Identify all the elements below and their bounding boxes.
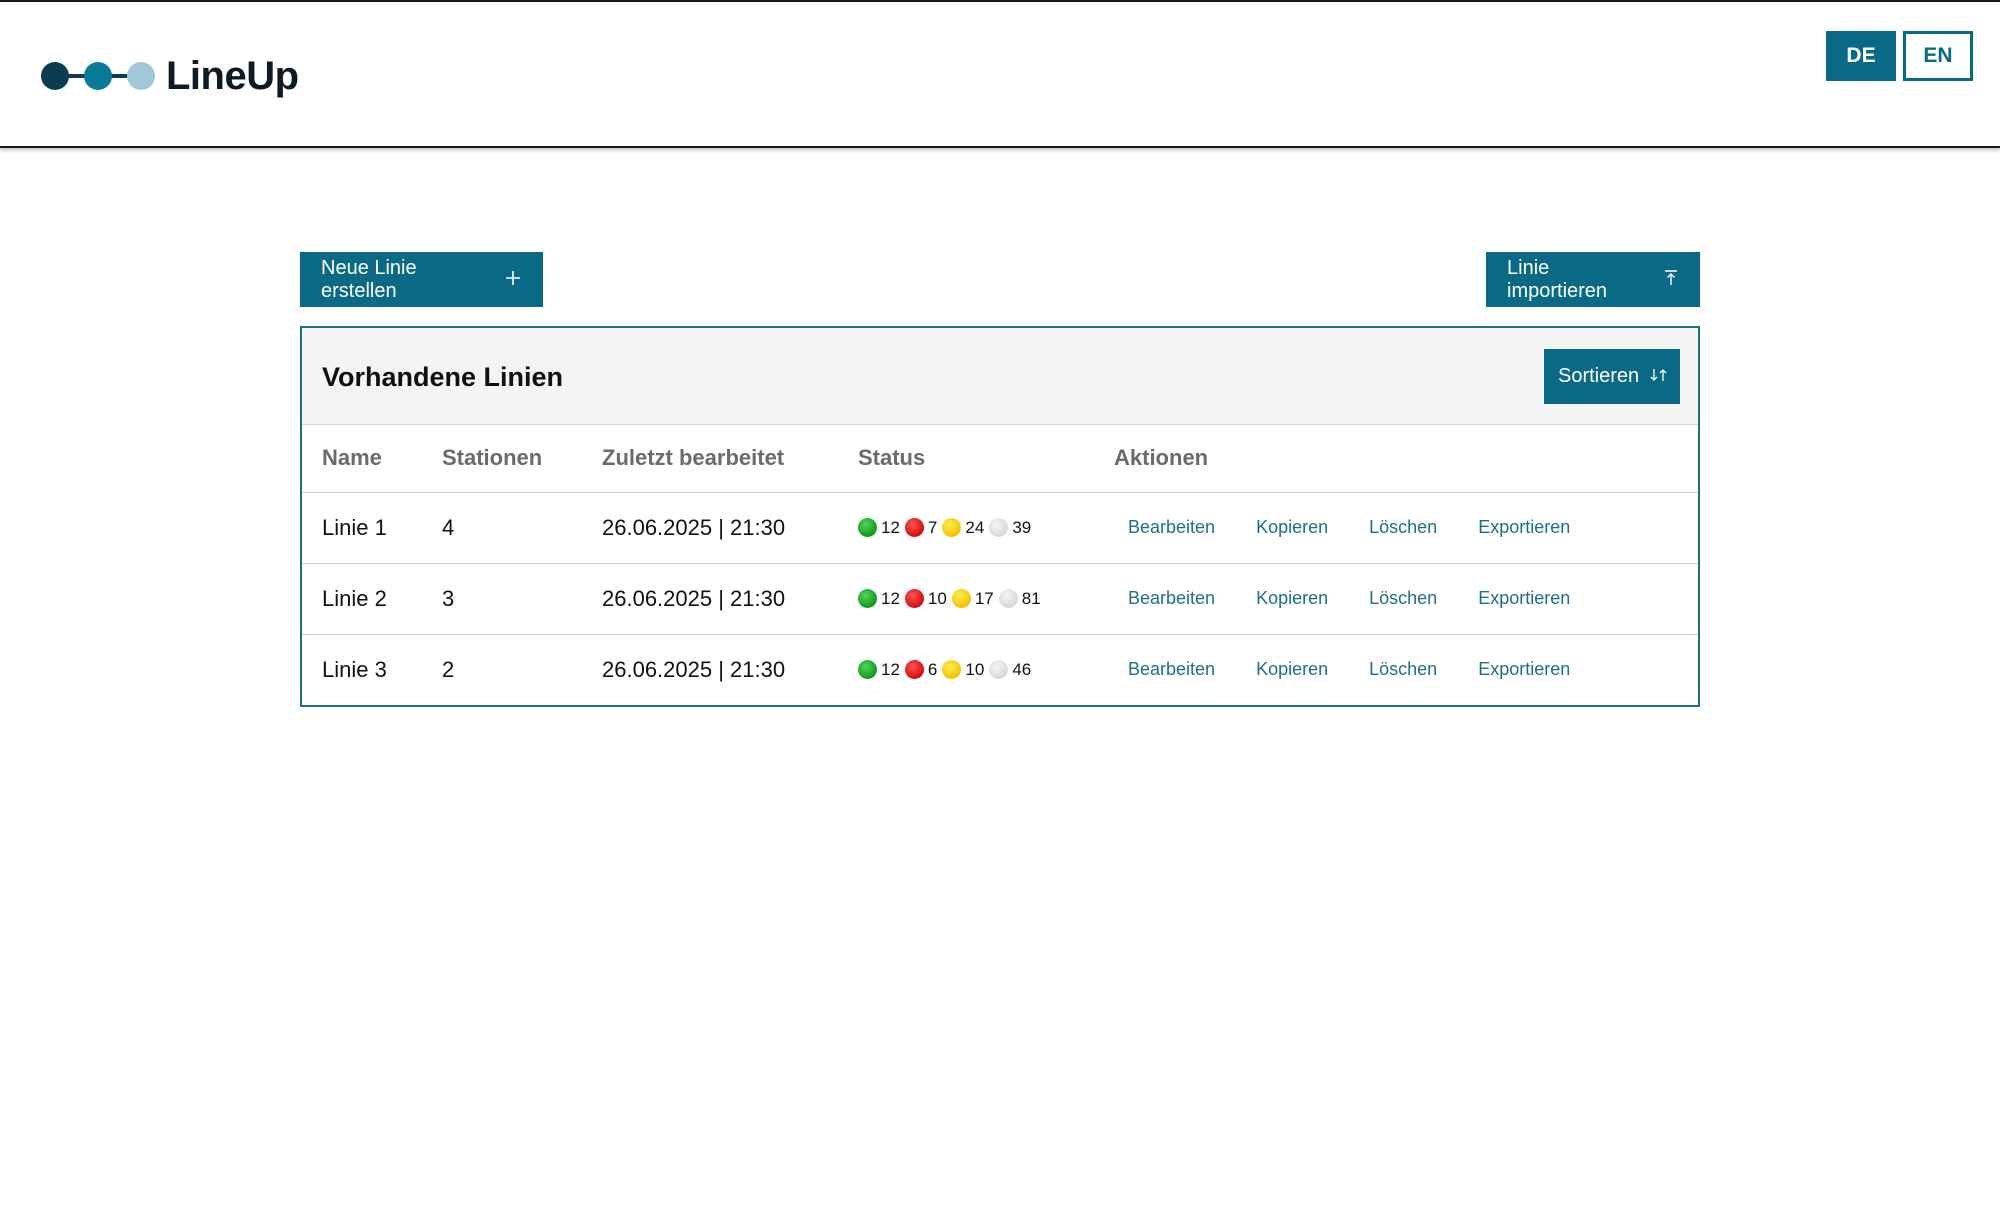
line-name: Linie 2: [302, 563, 422, 635]
status-red-count: 6: [927, 659, 938, 679]
actions-cell: Bearbeiten Kopieren Löschen Exportieren: [1094, 492, 1698, 564]
copy-link[interactable]: Kopieren: [1256, 517, 1328, 538]
status-grey-count: 81: [1021, 588, 1041, 608]
column-header-status: Status: [838, 425, 1094, 493]
edit-link[interactable]: Bearbeiten: [1128, 588, 1215, 609]
table-header-row: Name Stationen Zuletzt bearbeitet Status…: [302, 425, 1698, 493]
upload-icon: [1664, 269, 1678, 290]
import-line-label: Linie importieren: [1507, 256, 1608, 302]
green-status-icon: [858, 589, 877, 608]
table-row: Linie 2 3 26.06.2025 | 21:30 12 10 17 81…: [302, 563, 1698, 635]
app-name: LineUp: [166, 53, 299, 98]
new-line-button[interactable]: Neue Linie erstellen: [300, 252, 543, 307]
table-row: Linie 3 2 26.06.2025 | 21:30 12 6 10 46 …: [302, 634, 1698, 705]
status-grey-count: 46: [1012, 659, 1032, 679]
status-summary: 12 10 17 81: [858, 589, 1094, 609]
column-header-actions: Aktionen: [1094, 425, 1698, 493]
green-status-icon: [858, 660, 877, 680]
copy-link[interactable]: Kopieren: [1256, 659, 1328, 680]
status-summary: 12 6 10 46: [858, 660, 1094, 680]
language-de-button[interactable]: DE: [1826, 31, 1896, 81]
status-summary: 12 7 24 39: [858, 518, 1094, 538]
sort-icon: [1649, 368, 1669, 386]
status-cell: 12 10 17 81: [838, 563, 1094, 635]
status-red-count: 7: [927, 517, 938, 537]
export-link[interactable]: Exportieren: [1478, 659, 1570, 680]
status-cell: 12 6 10 46: [838, 634, 1094, 705]
copy-link[interactable]: Kopieren: [1256, 588, 1328, 609]
app-logo[interactable]: LineUp: [40, 42, 299, 110]
status-green-count: 12: [881, 588, 900, 608]
station-count: 2: [442, 656, 455, 682]
grey-status-icon: [998, 589, 1018, 608]
last-edited: 26.06.2025 | 21:30: [582, 492, 838, 564]
actions-cell: Bearbeiten Kopieren Löschen Exportieren: [1094, 634, 1698, 705]
delete-link[interactable]: Löschen: [1369, 659, 1437, 680]
station-count: 4: [422, 492, 582, 564]
red-status-icon: [904, 660, 924, 680]
delete-link[interactable]: Löschen: [1369, 517, 1437, 538]
column-header-last-edited: Zuletzt bearbeitet: [582, 425, 838, 493]
table-row: Linie 1 4 26.06.2025 | 21:30 12 7 24 39 …: [302, 492, 1698, 564]
line-name: Linie 3: [322, 656, 387, 682]
red-status-icon: [904, 589, 924, 608]
language-en-button[interactable]: EN: [1903, 31, 1973, 81]
grey-status-icon: [989, 660, 1009, 680]
import-line-button[interactable]: Linie importieren: [1486, 252, 1700, 307]
status-green-count: 12: [881, 659, 900, 679]
yellow-status-icon: [942, 660, 962, 680]
lines-panel: Vorhandene Linien Sortieren Name Station…: [300, 326, 1700, 707]
plus-icon: [505, 270, 521, 290]
yellow-status-icon: [951, 589, 971, 608]
line-name: Linie 1: [302, 492, 422, 564]
status-cell: 12 7 24 39: [838, 492, 1094, 564]
column-header-stations: Stationen: [422, 425, 582, 493]
last-edited: 26.06.2025 | 21:30: [602, 656, 786, 682]
top-bar: LineUp DE EN: [0, 0, 2000, 148]
lines-table: Name Stationen Zuletzt bearbeitet Status…: [302, 425, 1698, 705]
grey-status-icon: [989, 518, 1009, 537]
panel-title: Vorhandene Linien: [322, 362, 564, 392]
new-line-label: Neue Linie erstellen: [321, 256, 417, 302]
red-status-icon: [904, 518, 924, 537]
status-green-count: 12: [881, 517, 900, 537]
sort-button[interactable]: Sortieren: [1544, 349, 1680, 404]
export-link[interactable]: Exportieren: [1478, 517, 1570, 538]
sort-label: Sortieren: [1558, 365, 1640, 387]
status-yellow-count: 17: [974, 588, 994, 608]
yellow-status-icon: [942, 518, 962, 537]
green-status-icon: [858, 518, 877, 537]
edit-link[interactable]: Bearbeiten: [1128, 659, 1215, 680]
delete-link[interactable]: Löschen: [1369, 588, 1437, 609]
panel-header: Vorhandene Linien Sortieren: [302, 328, 1698, 425]
actions-cell: Bearbeiten Kopieren Löschen Exportieren: [1094, 563, 1698, 635]
edit-link[interactable]: Bearbeiten: [1128, 517, 1215, 538]
last-edited: 26.06.2025 | 21:30: [582, 563, 838, 635]
station-count: 3: [422, 563, 582, 635]
status-yellow-count: 24: [965, 517, 985, 537]
status-red-count: 10: [927, 588, 947, 608]
logo-icon: [41, 62, 155, 90]
column-header-name: Name: [302, 425, 422, 493]
status-yellow-count: 10: [965, 659, 985, 679]
status-grey-count: 39: [1012, 517, 1032, 537]
export-link[interactable]: Exportieren: [1478, 588, 1570, 609]
